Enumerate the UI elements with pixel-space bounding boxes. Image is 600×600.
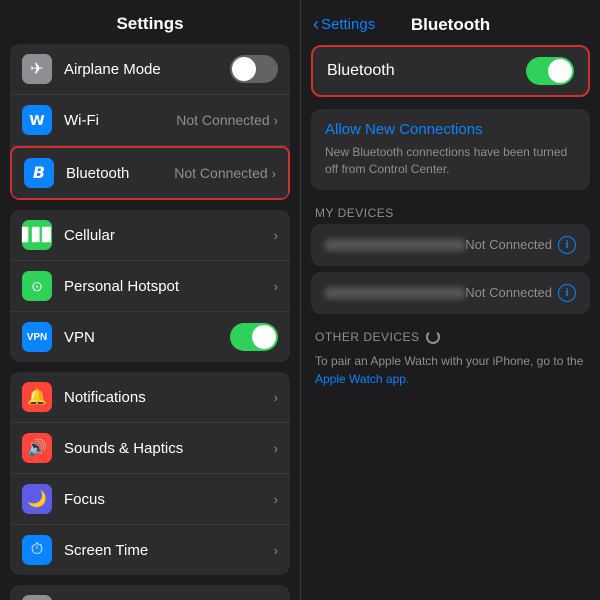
sounds-label: Sounds & Haptics [64,440,274,457]
sounds-icon: 🔊 [22,433,52,463]
settings-group-2: ▋▊▉ Cellular › ⊙ Personal Hotspot › VPN … [10,210,290,362]
scanning-spinner [426,330,440,344]
sounds-chevron: › [274,441,278,456]
wifi-value: Not Connected [176,112,269,128]
bluetooth-detail-panel: ‹ Settings Bluetooth Bluetooth Allow New… [300,0,600,600]
hotspot-label: Personal Hotspot [64,278,274,295]
focus-label: Focus [64,491,274,508]
airplane-icon: ✈ [22,54,52,84]
pair-info-main: To pair an Apple Watch with your iPhone,… [315,354,583,368]
vpn-toggle-thumb [252,325,276,349]
device-2-status: Not Connected [465,285,552,300]
wifi-chevron: › [274,113,278,128]
wifi-icon: 𝗪 [22,105,52,135]
cellular-label: Cellular [64,227,274,244]
settings-group-3: 🔔 Notifications › 🔊 Sounds & Haptics › 🌙… [10,372,290,575]
back-label: Settings [321,16,375,33]
focus-row[interactable]: 🌙 Focus › [10,474,290,525]
allow-connections-box[interactable]: Allow New Connections New Bluetooth conn… [311,109,590,190]
bluetooth-chevron: › [272,166,276,181]
general-row[interactable]: ⚙ General › [10,585,290,600]
focus-chevron: › [274,492,278,507]
screentime-icon: ⏱ [22,535,52,565]
device-2-row[interactable]: Not Connected i [311,272,590,314]
device-1-name [325,239,465,251]
notifications-icon: 🔔 [22,382,52,412]
device-1-info-icon[interactable]: i [558,236,576,254]
vpn-toggle[interactable] [230,323,278,351]
right-header: ‹ Settings Bluetooth [301,0,600,45]
allow-connections-title: Allow New Connections [325,121,576,138]
airplane-mode-row[interactable]: ✈ Airplane Mode [10,44,290,95]
bluetooth-icon: 𝘽 [24,158,54,188]
settings-panel: Settings ✈ Airplane Mode 𝗪 Wi-Fi Not Con… [0,0,300,600]
bluetooth-label: Bluetooth [66,165,174,182]
settings-title: Settings [0,0,300,44]
bluetooth-detail-title: Bluetooth [411,15,490,35]
screentime-chevron: › [274,543,278,558]
device-1-status: Not Connected [465,237,552,252]
bluetooth-row[interactable]: 𝘽 Bluetooth Not Connected › [10,146,290,200]
settings-group-1: ✈ Airplane Mode 𝗪 Wi-Fi Not Connected › … [10,44,290,200]
device-1-row[interactable]: Not Connected i [311,224,590,266]
airplane-label: Airplane Mode [64,61,230,78]
airplane-toggle[interactable] [230,55,278,83]
apple-watch-link[interactable]: Apple Watch app. [315,372,409,386]
bluetooth-toggle-row[interactable]: Bluetooth [311,45,590,97]
other-devices-section-header: OTHER DEVICES [311,320,590,348]
bluetooth-main-toggle[interactable] [526,57,574,85]
screentime-row[interactable]: ⏱ Screen Time › [10,525,290,575]
wifi-label: Wi-Fi [64,112,176,129]
pair-info-text: To pair an Apple Watch with your iPhone,… [311,348,590,388]
device-2-name [325,287,465,299]
airplane-toggle-thumb [232,57,256,81]
hotspot-icon: ⊙ [22,271,52,301]
cellular-chevron: › [274,228,278,243]
vpn-row[interactable]: VPN VPN [10,312,290,362]
vpn-icon: VPN [22,322,52,352]
sounds-row[interactable]: 🔊 Sounds & Haptics › [10,423,290,474]
cellular-icon: ▋▊▉ [22,220,52,250]
bluetooth-toggle-thumb [548,59,572,83]
settings-group-4: ⚙ General › 🎛 Control Center › ☀ Display… [10,585,290,600]
cellular-row[interactable]: ▋▊▉ Cellular › [10,210,290,261]
notifications-row[interactable]: 🔔 Notifications › [10,372,290,423]
bluetooth-value: Not Connected [174,165,267,181]
screentime-label: Screen Time [64,542,274,559]
focus-icon: 🌙 [22,484,52,514]
device-2-info-icon[interactable]: i [558,284,576,302]
other-devices-label: OTHER DEVICES [315,330,420,344]
vpn-label: VPN [64,329,230,346]
wifi-row[interactable]: 𝗪 Wi-Fi Not Connected › [10,95,290,146]
bluetooth-toggle-label: Bluetooth [327,62,526,80]
hotspot-row[interactable]: ⊙ Personal Hotspot › [10,261,290,312]
allow-connections-desc: New Bluetooth connections have been turn… [325,144,576,178]
my-devices-header: MY DEVICES [311,196,590,224]
bluetooth-detail-content: Bluetooth Allow New Connections New Blue… [301,45,600,388]
general-icon: ⚙ [22,595,52,600]
back-chevron-icon: ‹ [313,14,319,35]
hotspot-chevron: › [274,279,278,294]
notifications-label: Notifications [64,389,274,406]
back-button[interactable]: ‹ Settings [313,14,375,35]
notifications-chevron: › [274,390,278,405]
